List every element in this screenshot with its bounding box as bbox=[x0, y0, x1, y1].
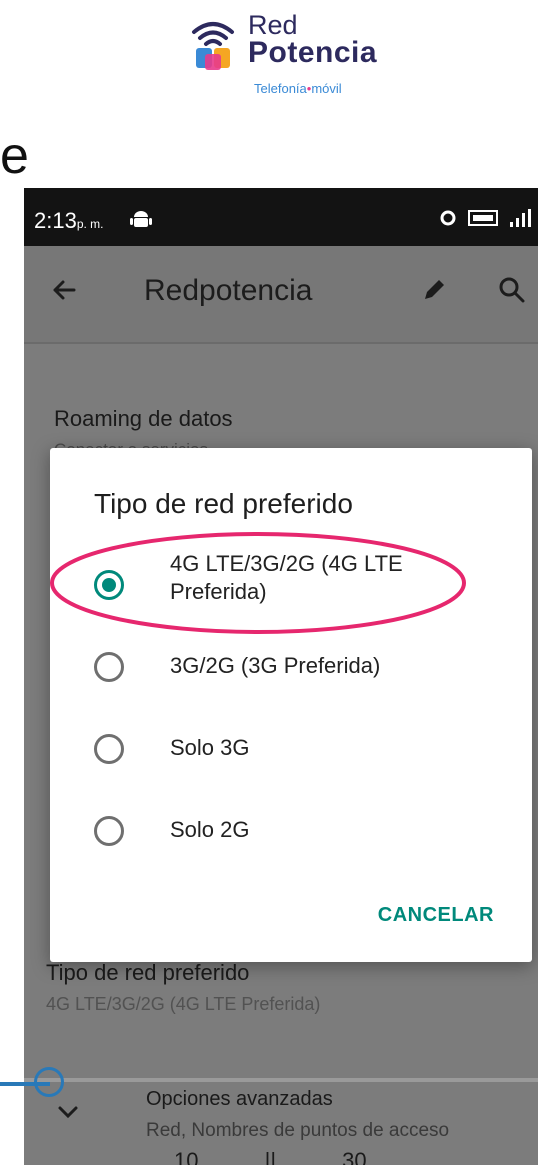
page-title: Redpotencia bbox=[144, 274, 313, 307]
option-label: 3G/2G (3G Preferida) bbox=[170, 653, 381, 678]
preferred-network-value: 4G LTE/3G/2G (4G LTE Preferida) bbox=[46, 994, 321, 1014]
option-3g-2g[interactable]: 3G/2G (3G Preferida) bbox=[50, 638, 532, 708]
option-solo-3g[interactable]: Solo 3G bbox=[50, 720, 532, 790]
chevron-down-icon[interactable] bbox=[54, 1098, 82, 1126]
status-time: 2:13p. m. bbox=[34, 208, 104, 234]
status-icons bbox=[438, 208, 532, 228]
advanced-options-subtitle: Red, Nombres de puntos de acceso bbox=[146, 1120, 450, 1141]
logo-tagline-part2: móvil bbox=[311, 81, 342, 96]
phone-screen: 2:13p. m. Redpotencia Roaming de datos C… bbox=[24, 188, 538, 1165]
radio-unchecked[interactable] bbox=[94, 734, 124, 764]
pencil-icon[interactable] bbox=[420, 276, 448, 304]
rewind-label[interactable]: 10 bbox=[174, 1148, 198, 1165]
status-time-value: 2:13 bbox=[34, 208, 77, 233]
logo-tagline-part1: Telefonía bbox=[254, 81, 307, 96]
scrubber-knob[interactable] bbox=[34, 1067, 64, 1097]
network-type-dialog: Tipo de red preferido 4G LTE/3G/2G (4G L… bbox=[50, 448, 532, 962]
dialog-title: Tipo de red preferido bbox=[94, 488, 353, 519]
toolbar-divider bbox=[24, 342, 538, 344]
status-bar: 2:13p. m. bbox=[24, 188, 538, 246]
wifi-logo-icon bbox=[192, 22, 234, 70]
roaming-title[interactable]: Roaming de datos bbox=[54, 406, 233, 432]
option-solo-2g[interactable]: Solo 2G bbox=[50, 802, 532, 872]
logo-tagline: Telefonía•móvil bbox=[254, 81, 342, 96]
brand-logo: Red Potencia Telefonía•móvil bbox=[188, 8, 388, 96]
back-arrow-icon[interactable] bbox=[50, 276, 78, 304]
video-controls: 10 || 30 bbox=[174, 1148, 367, 1165]
radio-unchecked[interactable] bbox=[94, 816, 124, 846]
app-toolbar: Redpotencia bbox=[24, 246, 538, 342]
data-saver-icon bbox=[440, 210, 456, 226]
highlight-annotation bbox=[50, 532, 466, 634]
cropped-heading-letter: e bbox=[0, 127, 29, 185]
option-label: Solo 3G bbox=[170, 735, 250, 760]
status-ampm: p. m. bbox=[76, 217, 104, 231]
signal-icon bbox=[510, 209, 531, 227]
android-icon bbox=[130, 211, 152, 227]
logo-text-potencia: Potencia bbox=[248, 36, 378, 69]
pause-icon[interactable]: || bbox=[265, 1148, 276, 1165]
search-icon[interactable] bbox=[498, 276, 526, 304]
option-label: Solo 2G bbox=[170, 817, 250, 842]
advanced-options-title[interactable]: Opciones avanzadas bbox=[146, 1088, 333, 1111]
radio-unchecked[interactable] bbox=[94, 652, 124, 682]
video-progress-track[interactable] bbox=[24, 1078, 538, 1082]
cancel-button[interactable]: CANCELAR bbox=[378, 904, 494, 927]
forward-label[interactable]: 30 bbox=[342, 1148, 366, 1165]
preferred-network-title[interactable]: Tipo de red preferido bbox=[46, 960, 249, 986]
volte-icon bbox=[468, 210, 498, 226]
